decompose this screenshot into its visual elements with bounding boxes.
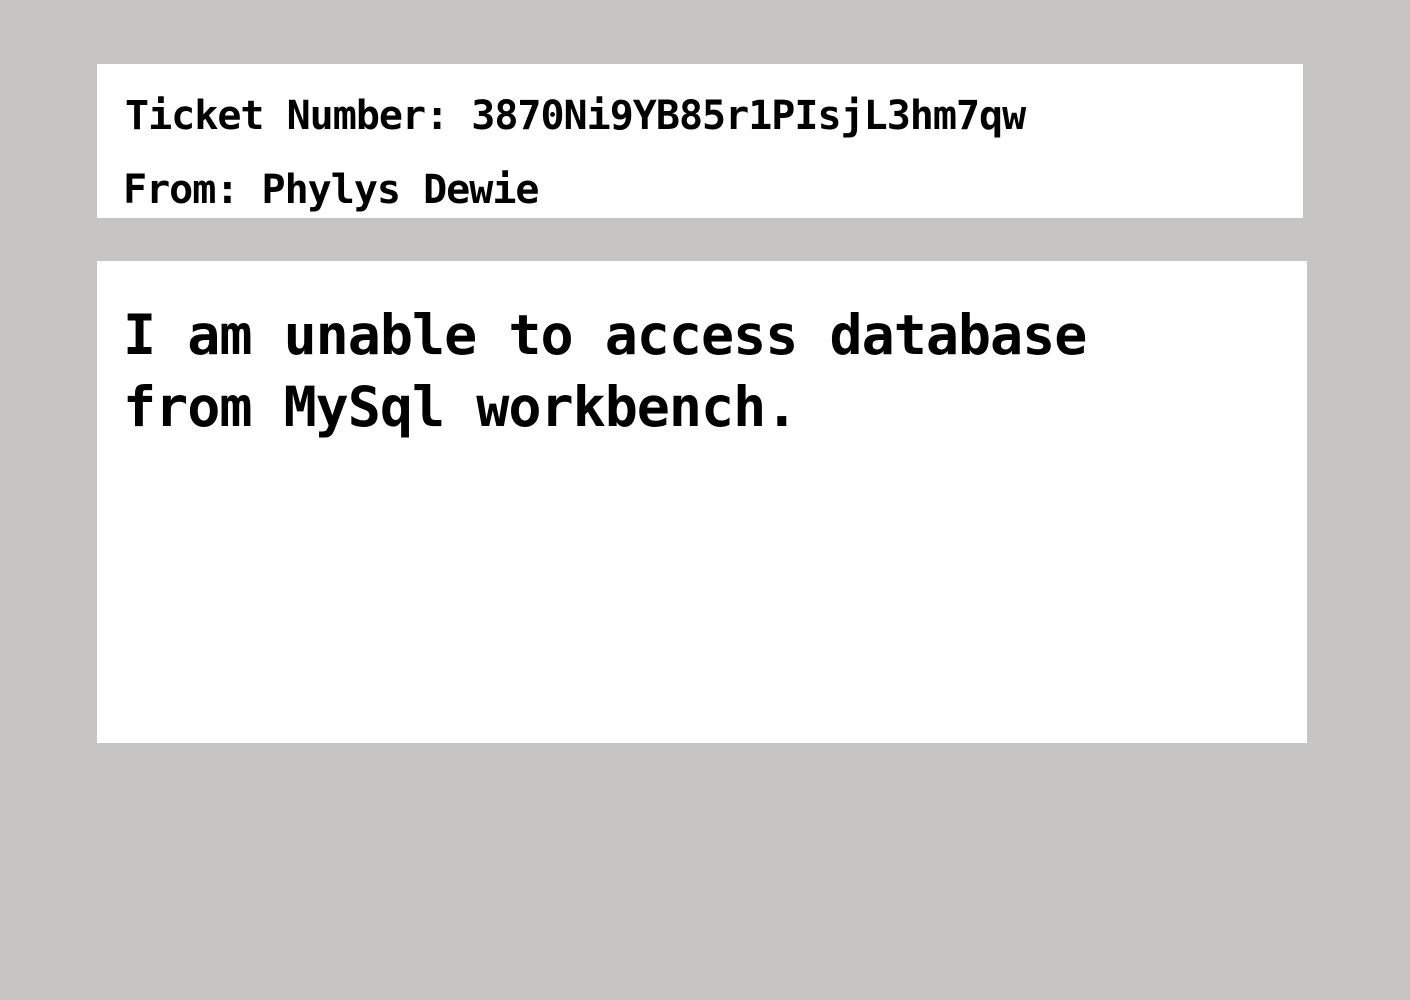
ticket-message-panel: I am unable to access database from MySq…: [97, 261, 1307, 743]
ticket-number-text: Ticket Number: 3870Ni9YB85r1PIsjL3hm7qw: [125, 93, 1026, 139]
ticket-sender-text: From: Phylys Dewie: [123, 167, 539, 213]
ticket-header-panel: Ticket Number: 3870Ni9YB85r1PIsjL3hm7qw …: [97, 64, 1303, 218]
ticket-message-text: I am unable to access database from MySq…: [123, 303, 1087, 439]
